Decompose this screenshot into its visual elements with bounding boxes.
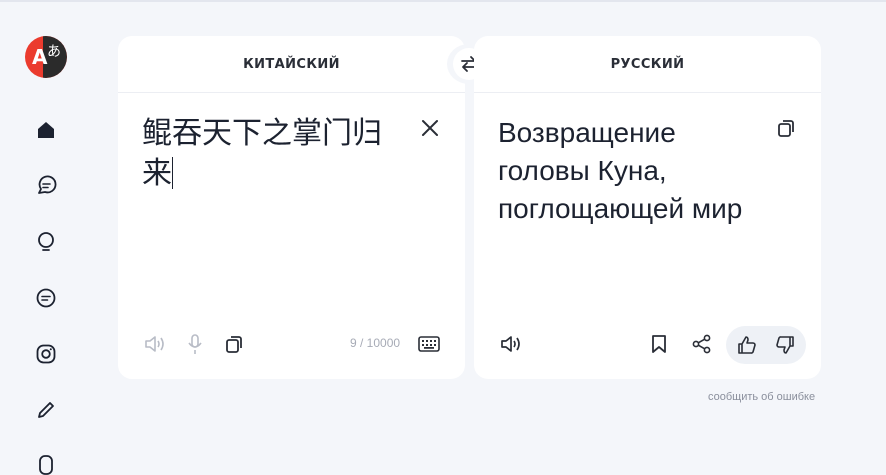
translation-text: Возвращение головы Куна, поглощающей мир (498, 117, 743, 224)
target-copy-button[interactable] (774, 116, 798, 140)
thumbs-down-icon (776, 336, 794, 354)
source-listen-button[interactable] (143, 332, 167, 356)
close-icon (422, 120, 438, 136)
keyboard-icon (418, 336, 440, 352)
character-counter: 9 / 10000 (350, 336, 401, 350)
speaker-icon (145, 336, 164, 352)
dislike-button[interactable] (773, 333, 797, 357)
report-error-link[interactable]: сообщить об ошибке (708, 391, 815, 403)
bookmark-icon (652, 335, 666, 353)
chat-icon[interactable] (35, 175, 57, 197)
home-icon[interactable] (35, 119, 57, 141)
target-panel: РУССКИЙ Возвращение головы Куна, поглоща… (474, 36, 821, 379)
logo-glyph: あ (47, 44, 61, 60)
message-icon[interactable] (35, 287, 57, 309)
like-button[interactable] (735, 333, 759, 357)
source-text: 鲲吞天下之掌门归来 (142, 116, 382, 191)
share-button[interactable] (690, 332, 714, 356)
source-language[interactable]: КИТАЙСКИЙ (118, 36, 465, 93)
logo-letter: A (32, 45, 48, 69)
source-copy-button[interactable] (222, 332, 246, 356)
bookmark-button[interactable] (647, 332, 671, 356)
target-language[interactable]: РУССКИЙ (474, 36, 821, 93)
thumbs-up-icon (738, 336, 756, 354)
copy-icon (778, 120, 794, 137)
sidebar: A あ (0, 2, 92, 475)
translate-logo[interactable]: A あ (25, 36, 67, 78)
share-icon (692, 334, 711, 354)
lightbulb-icon[interactable] (35, 231, 57, 253)
microphone-button[interactable] (183, 332, 207, 356)
pencil-icon[interactable] (35, 399, 57, 421)
clear-button[interactable] (418, 116, 442, 140)
target-listen-button[interactable] (499, 332, 523, 356)
source-panel: КИТАЙСКИЙ 鲲吞天下之掌门归来 9 / 10000 (118, 36, 465, 379)
text-caret (172, 157, 173, 189)
copy-icon (226, 336, 242, 353)
camera-icon[interactable] (35, 343, 57, 365)
speaker-icon (501, 336, 520, 352)
keyboard-button[interactable] (417, 332, 441, 356)
microphone-icon (188, 334, 202, 354)
source-text-input[interactable]: 鲲吞天下之掌门归来 (142, 114, 404, 194)
document-icon[interactable] (35, 453, 57, 475)
